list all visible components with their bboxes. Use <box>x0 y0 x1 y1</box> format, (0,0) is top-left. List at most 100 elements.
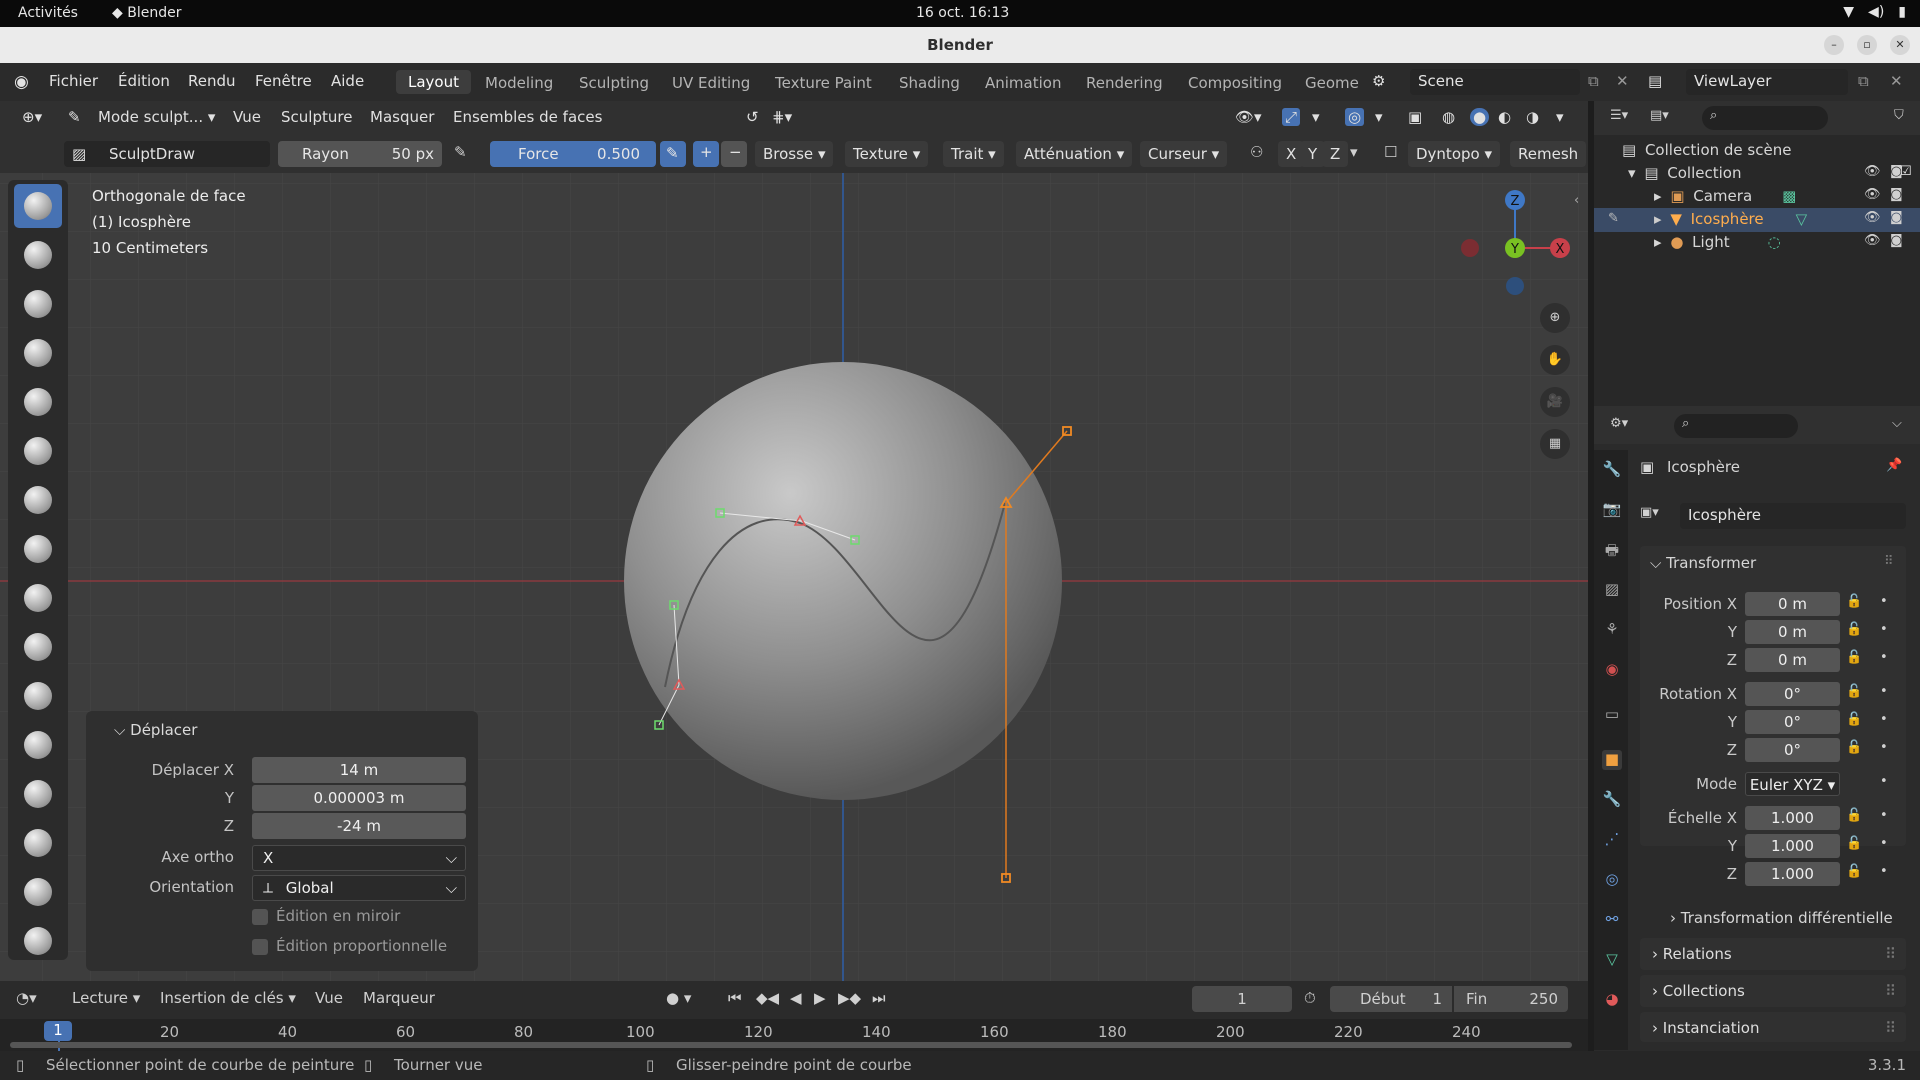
render-camera-icon[interactable]: ◙ <box>1890 164 1903 179</box>
visibility-eye-icon[interactable]: 👁 <box>1864 233 1881 248</box>
wireframe-shading-icon[interactable]: ◍ <box>1442 108 1455 126</box>
render-camera-icon[interactable]: ◙ <box>1890 233 1903 248</box>
lock-icon[interactable]: 🔓 <box>1846 684 1862 699</box>
transform-header[interactable]: ⌵ Transformer <box>1650 554 1756 572</box>
delta-transform-header[interactable]: › Transformation différentielle <box>1670 909 1893 927</box>
menu-fichier[interactable]: Fichier <box>49 72 98 90</box>
gizmo-toggle-icon[interactable]: ⤢ <box>1282 108 1301 126</box>
rotation-z-field[interactable]: 0° <box>1745 738 1840 762</box>
object-type-icon[interactable]: ▣▾ <box>1640 505 1659 520</box>
zoom-icon[interactable]: ⊕ <box>1540 303 1570 333</box>
keyframe-dot-icon[interactable]: • <box>1880 594 1888 609</box>
menu-aide[interactable]: Aide <box>331 72 364 90</box>
scale-y-field[interactable]: 1.000 <box>1745 834 1840 858</box>
tool-inflate[interactable] <box>14 429 62 473</box>
lock-icon[interactable]: 🔓 <box>1846 864 1862 879</box>
gizmo-neg-x[interactable] <box>1461 239 1479 257</box>
tool-crease[interactable] <box>14 527 62 571</box>
visibility-eye-icon[interactable]: 👁 <box>1864 164 1881 179</box>
visibility-icon[interactable]: 👁▾ <box>1235 108 1262 126</box>
tab-modeling[interactable]: Modeling <box>485 74 553 92</box>
filter-icon[interactable]: ⛉ <box>1894 108 1904 123</box>
maximize-icon[interactable]: ▫ <box>1857 35 1877 55</box>
pressure-strength-icon[interactable]: ✎ <box>660 141 686 167</box>
symmetry-dropdown-icon[interactable]: ▾ <box>1350 143 1358 161</box>
menu-ensembles-faces[interactable]: Ensembles de faces <box>453 108 602 126</box>
tab-rendering[interactable]: Rendering <box>1086 74 1163 92</box>
rotation-x-field[interactable]: 0° <box>1745 682 1840 706</box>
sidebar-toggle-icon[interactable]: ‹ <box>1574 193 1579 208</box>
location-z-field[interactable]: 0 m <box>1745 648 1840 672</box>
solid-shading-icon[interactable]: ● <box>1470 108 1490 126</box>
instancing-panel[interactable]: › Instanciation ⠿ <box>1640 1012 1906 1042</box>
tool-smooth[interactable] <box>14 576 62 620</box>
outliner-item-camera[interactable]: ▸ ▣ Camera ▩ <box>1654 187 1796 205</box>
system-tray[interactable]: ▼ ◀) ▮ <box>1843 4 1906 20</box>
mode-dropdown[interactable]: Mode sculpt... ▾ <box>98 108 215 126</box>
perspective-grid-icon[interactable]: ▦ <box>1540 429 1570 459</box>
tool-draw[interactable] <box>14 184 62 228</box>
menu-edition[interactable]: Édition <box>118 72 170 90</box>
play-icon[interactable]: ▶ <box>814 989 826 1007</box>
lock-icon[interactable]: 🔓 <box>1846 836 1862 851</box>
menu-masquer[interactable]: Masquer <box>370 108 434 126</box>
app-menu-button[interactable]: ◆ Blender <box>112 5 181 21</box>
location-x-field[interactable]: 0 m <box>1745 592 1840 616</box>
object-name-field[interactable]: Icosphère <box>1680 503 1906 529</box>
render-camera-icon[interactable]: ◙ <box>1890 187 1903 202</box>
end-frame-field[interactable]: Fin 250 <box>1454 986 1568 1012</box>
scale-z-field[interactable]: 1.000 <box>1745 862 1840 886</box>
last-operator-panel[interactable]: ⌵ Déplacer Déplacer X 14 m Y 0.000003 m … <box>86 711 478 971</box>
render-camera-icon[interactable]: ◙ <box>1890 210 1903 225</box>
location-y-field[interactable]: 0 m <box>1745 620 1840 644</box>
move-x-field[interactable]: 14 m <box>252 757 466 783</box>
falloff-dropdown[interactable]: Atténuation ▾ <box>1016 141 1133 167</box>
new-scene-icon[interactable]: ⧉ <box>1588 72 1599 90</box>
outliner-editor-type-icon[interactable]: ☰▾ <box>1610 108 1628 123</box>
play-reverse-icon[interactable]: ◀ <box>790 989 802 1007</box>
orientation-select[interactable]: ⟂ Global ⌵ <box>252 875 466 901</box>
keyframe-dot-icon[interactable]: • <box>1880 650 1888 665</box>
keyframe-dot-icon[interactable]: • <box>1880 808 1888 823</box>
lock-icon[interactable]: 🔓 <box>1846 622 1862 637</box>
radius-field[interactable]: Rayon 50 px <box>278 141 442 167</box>
keyframe-dot-icon[interactable]: • <box>1880 740 1888 755</box>
keyframe-dot-icon[interactable]: • <box>1880 864 1888 879</box>
new-viewlayer-icon[interactable]: ⧉ <box>1858 72 1869 90</box>
start-frame-field[interactable]: Début 1 <box>1330 986 1452 1012</box>
properties-search[interactable]: ⌕ <box>1674 414 1798 438</box>
lock-icon[interactable]: 🔓 <box>1846 650 1862 665</box>
keyframe-dot-icon[interactable]: • <box>1880 774 1888 789</box>
tab-animation[interactable]: Animation <box>985 74 1061 92</box>
properties-editor-type-icon[interactable]: ⚙▾ <box>1610 416 1628 431</box>
overlays-icon[interactable]: ◎ <box>1345 108 1365 126</box>
current-frame-field[interactable]: 1 <box>1192 986 1292 1012</box>
viewlayer-field[interactable]: ViewLayer <box>1686 69 1848 95</box>
menu-marqueur[interactable]: Marqueur <box>363 989 435 1007</box>
keyframe-dot-icon[interactable]: • <box>1880 684 1888 699</box>
drag-handle-icon[interactable]: ⠿ <box>1884 554 1894 569</box>
strength-field[interactable]: Force 0.500 <box>490 141 656 167</box>
auto-keying-icon[interactable]: ● ▾ <box>666 989 691 1007</box>
ortho-axis-select[interactable]: X ⌵ <box>252 845 466 871</box>
tool-fill[interactable] <box>14 674 62 718</box>
mirror-z-toggle[interactable]: Z <box>1322 141 1349 167</box>
blender-logo-icon[interactable]: ◉ <box>14 72 29 92</box>
direction-add-button[interactable]: + <box>693 141 719 167</box>
dyntopo-dropdown[interactable]: Dyntopo ▾ <box>1408 141 1501 167</box>
tool-pinch[interactable] <box>14 821 62 865</box>
timeline-editor-type-icon[interactable]: ◔▾ <box>16 989 37 1007</box>
keyframe-dot-icon[interactable]: • <box>1880 836 1888 851</box>
menu-fenetre[interactable]: Fenêtre <box>255 72 312 90</box>
scene-selector-icon[interactable]: ⚙ <box>1372 72 1385 90</box>
direction-subtract-button[interactable]: − <box>721 141 747 167</box>
menu-sculpture[interactable]: Sculpture <box>281 108 352 126</box>
stroke-dropdown[interactable]: Trait ▾ <box>943 141 1004 167</box>
playhead[interactable]: 1 <box>44 1021 72 1041</box>
viewlayer-icon[interactable]: ▤ <box>1648 72 1662 90</box>
data-tab-icon[interactable]: ▽ <box>1602 950 1622 970</box>
dyntopo-checkbox[interactable]: ☐ <box>1384 143 1397 161</box>
rendered-shading-icon[interactable]: ◑ <box>1526 108 1539 126</box>
minimize-icon[interactable]: – <box>1824 35 1844 55</box>
navigation-gizmo[interactable]: Z Y X <box>1460 186 1570 296</box>
